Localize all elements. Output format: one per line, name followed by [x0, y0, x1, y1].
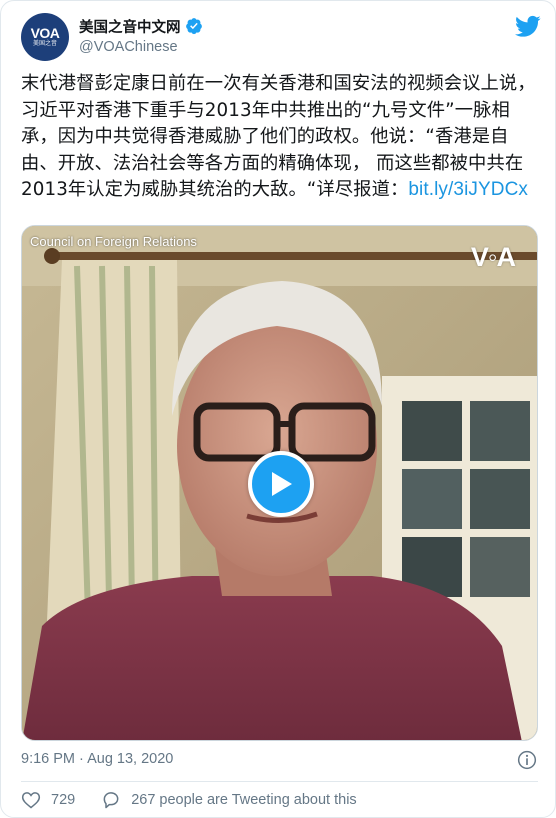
avatar-sub-label: 美国之音	[32, 40, 57, 47]
tweeting-about-text: 267 people are Tweeting about this	[131, 792, 357, 808]
like-button[interactable]: 729	[21, 790, 75, 810]
video-player[interactable]: Council on Foreign Relations V◦A	[21, 225, 538, 741]
conversation-button[interactable]: 267 people are Tweeting about this	[101, 790, 357, 810]
info-icon[interactable]	[517, 750, 537, 770]
tweet-header: VOA 美国之音 美国之音中文网 @VOAChinese	[21, 13, 541, 61]
video-source-caption: Council on Foreign Relations	[30, 234, 197, 249]
like-count: 729	[51, 792, 76, 808]
divider	[21, 781, 538, 782]
avatar[interactable]: VOA 美国之音	[21, 13, 69, 61]
tweet-card: VOA 美国之音 美国之音中文网 @VOAChinese 末代港督彭定康日前在一…	[0, 0, 556, 818]
display-name[interactable]: 美国之音中文网	[79, 16, 181, 37]
play-icon	[272, 472, 292, 496]
play-button[interactable]	[248, 451, 314, 517]
account-names: 美国之音中文网 @VOAChinese	[79, 15, 203, 57]
comment-icon	[103, 792, 119, 809]
tweet-body: 末代港督彭定康日前在一次有关香港和国安法的视频会议上说，习近平对香港下重手与20…	[21, 71, 541, 204]
heart-icon	[21, 792, 41, 809]
voa-watermark: V◦A	[470, 242, 516, 272]
tweet-timestamp[interactable]: 9:16 PM · Aug 13, 2020	[21, 751, 173, 767]
tweet-link[interactable]: bit.ly/3iJYDCx	[408, 179, 528, 200]
tweet-actions: 729 267 people are Tweeting about this	[21, 790, 383, 810]
twitter-bird-icon[interactable]	[515, 13, 541, 39]
account-handle[interactable]: @VOAChinese	[79, 37, 203, 57]
verified-badge-icon	[185, 18, 202, 35]
avatar-logo: VOA	[30, 25, 60, 41]
